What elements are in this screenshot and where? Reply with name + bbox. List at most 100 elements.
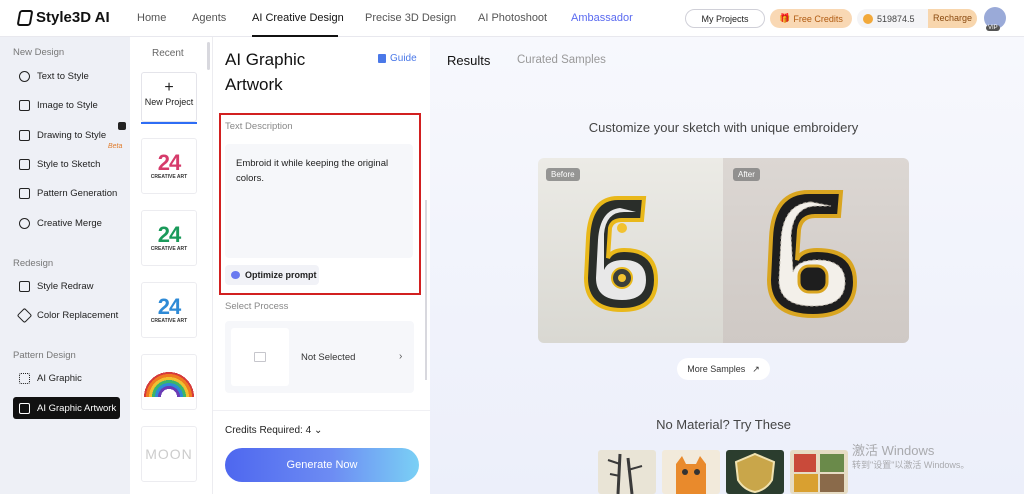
app-logo[interactable]: Style3D AI (16, 9, 110, 26)
sidebar-item-label: Drawing to Style (37, 129, 107, 141)
nav-precise-3d-design[interactable]: Precise 3D Design (365, 12, 456, 24)
sidebar-item-text-to-style[interactable]: Text to Style (13, 65, 120, 87)
thumb-number: 24 (157, 222, 182, 247)
optimize-prompt-label: Optimize prompt (245, 270, 317, 280)
panel-scrollbar[interactable] (425, 200, 427, 380)
before-image: Before (538, 158, 723, 343)
recent-thumbnail[interactable]: 24 CREATIVE ART (141, 210, 197, 266)
artwork-icon (19, 402, 30, 414)
sidebar-item-image-to-style[interactable]: Image to Style (13, 94, 120, 116)
chevron-right-icon: › (399, 351, 403, 362)
shirt-icon (19, 129, 30, 141)
before-after-comparison: Before After (538, 158, 909, 343)
brush-icon (16, 307, 33, 323)
generate-now-button[interactable]: Generate Now (225, 448, 419, 482)
arrow-up-right-icon: ↗ (752, 363, 760, 374)
sidebar-item-label: Pattern Generation (37, 187, 118, 199)
image-style-icon (19, 99, 30, 111)
sidebar-item-label: Image to Style (37, 99, 98, 111)
text-description-label: Text Description (225, 121, 293, 132)
embroidery-six-after (766, 190, 858, 319)
sidebar-item-ai-graphic-artwork[interactable]: AI Graphic Artwork (13, 397, 120, 419)
sidebar-item-ai-graphic[interactable]: AI Graphic (13, 367, 120, 389)
book-icon (378, 54, 386, 63)
process-image-placeholder (231, 328, 289, 386)
sidebar-item-color-replacement[interactable]: Color Replacement (13, 304, 120, 326)
sample-bamboo[interactable] (598, 450, 656, 494)
recharge-button[interactable]: Recharge (927, 9, 977, 28)
more-samples-button[interactable]: More Samples ↗ (677, 358, 770, 380)
my-projects-button[interactable]: My Projects (685, 9, 765, 28)
after-tag: After (733, 168, 760, 181)
thumb-caption: CREATIVE ART (150, 318, 188, 324)
os-activation-watermark: 激活 Windows (852, 443, 935, 458)
tab-results[interactable]: Results (447, 53, 490, 68)
balance-value: 519874.5 (877, 13, 915, 24)
recent-thumbnail-rainbow[interactable] (141, 354, 197, 410)
sample-cat[interactable] (662, 450, 720, 494)
sidebar-item-creative-merge[interactable]: Creative Merge (13, 212, 120, 234)
recent-thumbnail-moon[interactable]: MOON (141, 426, 197, 482)
nav-ai-creative-design[interactable]: AI Creative Design (252, 12, 344, 24)
sidebar-item-style-redraw[interactable]: Style Redraw (13, 275, 120, 297)
guide-link[interactable]: Guide (378, 53, 417, 64)
credit-balance: 519874.5 Recharge (857, 9, 977, 28)
optimize-prompt-button[interactable]: Optimize prompt (225, 265, 319, 285)
free-credits-button[interactable]: 🎁 Free Credits (770, 9, 852, 28)
after-image: After (723, 158, 909, 343)
os-activation-watermark-sub: 转到"设置"以激活 Windows。 (852, 460, 970, 470)
style3d-logo-icon (16, 9, 34, 26)
section-pattern-design: Pattern Design (13, 350, 76, 361)
before-tag: Before (546, 168, 580, 181)
owl-icon (794, 454, 844, 492)
graphic-icon (19, 372, 30, 384)
select-process-label: Select Process (225, 301, 289, 312)
sidebar-item-label: Style to Sketch (37, 158, 101, 170)
more-samples-label: More Samples (687, 364, 746, 374)
pattern-icon (19, 187, 30, 199)
sketch-icon (19, 158, 30, 170)
new-project-indicator (141, 122, 197, 124)
sidebar-item-style-to-sketch[interactable]: Style to Sketch (13, 153, 120, 175)
hero-title: Customize your sketch with unique embroi… (588, 120, 859, 135)
cat-icon (676, 456, 706, 494)
guide-label: Guide (390, 53, 417, 64)
nav-ai-photoshoot[interactable]: AI Photoshoot (478, 12, 547, 24)
rainbow-image (144, 367, 194, 397)
sparkle-icon (231, 271, 240, 279)
recent-scrollbar[interactable] (207, 42, 210, 70)
sidebar-item-label: Text to Style (37, 70, 89, 82)
process-value: Not Selected (301, 352, 356, 363)
sample-owl[interactable] (790, 450, 848, 494)
recent-thumbnail[interactable]: 24 CREATIVE ART (141, 138, 197, 194)
new-project-button[interactable]: + New Project (141, 72, 197, 122)
text-description-input[interactable]: Embroid it while keeping the original co… (225, 144, 413, 258)
sidebar-item-pattern-generation[interactable]: Pattern Generation (13, 182, 120, 204)
new-badge-icon (118, 122, 126, 130)
nav-home[interactable]: Home (137, 12, 166, 24)
credits-required[interactable]: Credits Required: 4 ⌄ (225, 425, 322, 436)
vip-badge: VIP (986, 25, 1000, 31)
section-new-design: New Design (13, 47, 65, 58)
embroidery-six-before (583, 196, 659, 313)
sidebar-item-label: Style Redraw (37, 280, 94, 292)
thumb-caption: CREATIVE ART (150, 174, 188, 180)
tab-curated-samples[interactable]: Curated Samples (517, 54, 606, 66)
sidebar-item-drawing-to-style[interactable]: Drawing to Style (13, 124, 120, 146)
shield-icon (734, 452, 776, 494)
recent-thumbnail[interactable]: 24 CREATIVE ART (141, 282, 197, 338)
thumb-number: 24 (157, 150, 182, 175)
new-project-label: New Project (144, 97, 194, 107)
nav-agents[interactable]: Agents (192, 12, 226, 24)
moon-text: MOON (145, 446, 193, 462)
nav-ambassador[interactable]: Ambassador (571, 12, 633, 24)
bamboo-icon (607, 453, 643, 494)
recent-title: Recent (152, 48, 184, 59)
sample-badge[interactable] (726, 450, 784, 494)
image-icon (254, 352, 266, 362)
sidebar-item-label: Color Replacement (37, 309, 119, 321)
coin-icon (863, 13, 873, 24)
credits-required-label: Credits Required: 4 (225, 425, 312, 436)
app-name: Style3D AI (36, 9, 110, 26)
my-projects-label: My Projects (701, 13, 749, 24)
